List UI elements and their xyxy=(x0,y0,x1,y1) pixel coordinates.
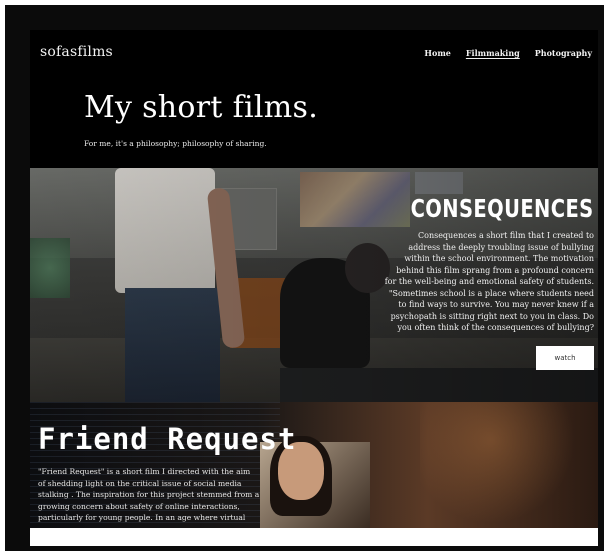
film-description: Consequences a short film that I created… xyxy=(384,231,594,332)
nav-link-filmmaking[interactable]: Filmmaking xyxy=(466,48,520,58)
page-bottom-edge xyxy=(30,528,598,546)
nav-link-home[interactable]: Home xyxy=(424,48,450,58)
film-title: CONSEQUENCES xyxy=(411,194,594,223)
top-nav: sofasfilms Home Filmmaking Photography xyxy=(30,30,598,68)
page-subtitle: For me, it's a philosophy; philosophy of… xyxy=(84,139,267,148)
page-title: My short films. xyxy=(84,90,319,125)
brand-logo[interactable]: sofasfilms xyxy=(40,44,113,60)
warm-light xyxy=(420,402,598,528)
site-viewport: sofasfilms Home Filmmaking Photography M… xyxy=(30,30,598,528)
watch-button[interactable]: watch xyxy=(536,346,594,370)
nav-links: Home Filmmaking Photography xyxy=(424,48,592,58)
film-section-friend-request: Friend Request "Friend Request" is a sho… xyxy=(30,402,598,528)
film-title: Friend Request xyxy=(38,422,297,456)
nav-link-photography[interactable]: Photography xyxy=(535,48,592,58)
film-description: "Friend Request" is a short film I direc… xyxy=(38,467,260,522)
film-section-consequences: CONSEQUENCES Consequences a short film t… xyxy=(30,168,598,402)
